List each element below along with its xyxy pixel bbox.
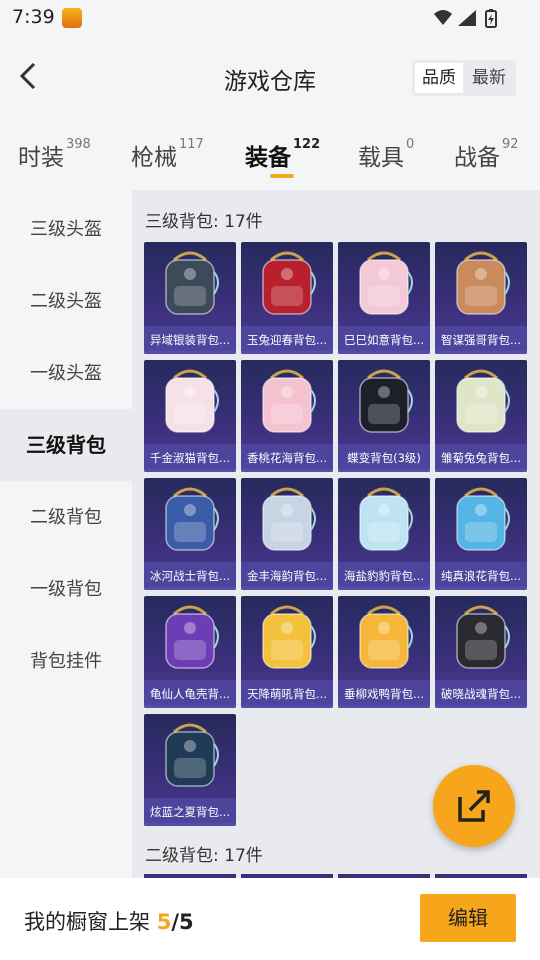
item-card[interactable]: 海盐豹豹背包... (338, 478, 430, 590)
section-title: 三级背包: 17件 (145, 212, 263, 232)
item-label: 炫蓝之夏背包... (144, 798, 236, 826)
item-card[interactable]: 蝶变背包(3级) (338, 360, 430, 472)
item-card[interactable]: 纯真浪花背包... (435, 478, 527, 590)
sidebar-item-helmet-1[interactable]: 一级头盔 (0, 338, 132, 410)
item-card[interactable]: 千金淑猫背包... (144, 360, 236, 472)
sidebar-item-backpack-charm[interactable]: 背包挂件 (0, 626, 132, 698)
item-card[interactable]: 天降萌吼背包... (241, 596, 333, 708)
item-card[interactable]: 智谋强哥背包... (435, 242, 527, 354)
tab-vehicles[interactable]: 载具0 (358, 137, 414, 172)
item-card[interactable]: 玉兔迎春背包... (241, 242, 333, 354)
item-label: 雏菊兔兔背包... (435, 444, 527, 472)
active-tab-indicator (270, 174, 294, 178)
item-card[interactable]: 香桃花海背包... (241, 360, 333, 472)
item-card[interactable]: 炫蓝之夏背包... (144, 714, 236, 826)
item-label: 海盐豹豹背包... (338, 562, 430, 590)
item-label: 天降萌吼背包... (241, 680, 333, 708)
sidebar-item-backpack-2[interactable]: 二级背包 (0, 482, 132, 554)
backpack-icon (456, 605, 510, 669)
item-label: 巳巳如意背包... (338, 326, 430, 354)
backpack-icon (165, 605, 219, 669)
share-button[interactable] (433, 765, 515, 847)
tab-fashion[interactable]: 时装398 (18, 137, 91, 172)
item-card[interactable]: 龟仙人龟壳背... (144, 596, 236, 708)
sidebar-item-backpack-1[interactable]: 一级背包 (0, 554, 132, 626)
showcase-status: 我的橱窗上架 5/5 (24, 910, 194, 934)
showcase-bar: 我的橱窗上架 5/5 编辑 (0, 878, 540, 960)
backpack-icon (359, 369, 413, 433)
showcase-total: /5 (171, 910, 194, 934)
tab-equipment[interactable]: 装备122 (245, 137, 320, 172)
backpack-icon (262, 369, 316, 433)
backpack-icon (262, 487, 316, 551)
app-notification-icon (62, 8, 82, 28)
sidebar-item-helmet-2[interactable]: 二级头盔 (0, 266, 132, 338)
item-card[interactable]: 冰河战士背包... (144, 478, 236, 590)
item-label: 龟仙人龟壳背... (144, 680, 236, 708)
backpack-icon (165, 251, 219, 315)
backpack-icon (165, 487, 219, 551)
item-card[interactable]: 破晓战魂背包... (435, 596, 527, 708)
backpack-icon (165, 723, 219, 787)
item-label: 千金淑猫背包... (144, 444, 236, 472)
sidebar-item-backpack-3[interactable]: 三级背包 (0, 409, 132, 481)
sidebar-item-helmet-3[interactable]: 三级头盔 (0, 194, 132, 266)
backpack-icon (359, 251, 413, 315)
sort-quality-option[interactable]: 品质 (415, 63, 463, 93)
status-bar: 7:39 (0, 0, 540, 36)
backpack-icon (456, 369, 510, 433)
item-label: 纯真浪花背包... (435, 562, 527, 590)
backpack-icon (456, 487, 510, 551)
item-card[interactable]: 垂柳戏鸭背包... (338, 596, 430, 708)
backpack-icon (359, 487, 413, 551)
item-label: 垂柳戏鸭背包... (338, 680, 430, 708)
item-label: 香桃花海背包... (241, 444, 333, 472)
section-title: 二级背包: 17件 (145, 846, 263, 866)
backpack-icon (359, 605, 413, 669)
backpack-icon (165, 369, 219, 433)
signal-icon (458, 10, 476, 26)
status-time: 7:39 (12, 6, 55, 28)
category-tabs: 时装398 枪械117 装备122 载具0 战备92 (0, 122, 540, 190)
item-label: 智谋强哥背包... (435, 326, 527, 354)
tab-battle-gear[interactable]: 战备92 (454, 137, 519, 172)
item-label: 玉兔迎春背包... (241, 326, 333, 354)
backpack-icon (262, 605, 316, 669)
item-label: 破晓战魂背包... (435, 680, 527, 708)
item-label: 蝶变背包(3级) (338, 444, 430, 472)
share-icon (458, 790, 490, 822)
item-label: 冰河战士背包... (144, 562, 236, 590)
item-card[interactable]: 雏菊兔兔背包... (435, 360, 527, 472)
tab-guns[interactable]: 枪械117 (131, 137, 204, 172)
sort-latest-option[interactable]: 最新 (465, 63, 513, 93)
wifi-icon (434, 10, 452, 25)
showcase-count: 5 (156, 910, 172, 934)
sort-toggle: 品质 最新 (412, 60, 516, 96)
item-label: 金丰海韵背包... (241, 562, 333, 590)
edit-button[interactable]: 编辑 (420, 894, 516, 942)
backpack-icon (262, 251, 316, 315)
status-icons (434, 9, 497, 28)
item-card[interactable]: 金丰海韵背包... (241, 478, 333, 590)
sidebar: 三级头盔 二级头盔 一级头盔 三级背包 二级背包 一级背包 背包挂件 (0, 190, 132, 880)
header: 游戏仓库 品质 最新 (0, 36, 540, 122)
backpack-icon (456, 251, 510, 315)
item-label: 异域银装背包... (144, 326, 236, 354)
item-card[interactable]: 巳巳如意背包... (338, 242, 430, 354)
item-card[interactable]: 异域银装背包... (144, 242, 236, 354)
